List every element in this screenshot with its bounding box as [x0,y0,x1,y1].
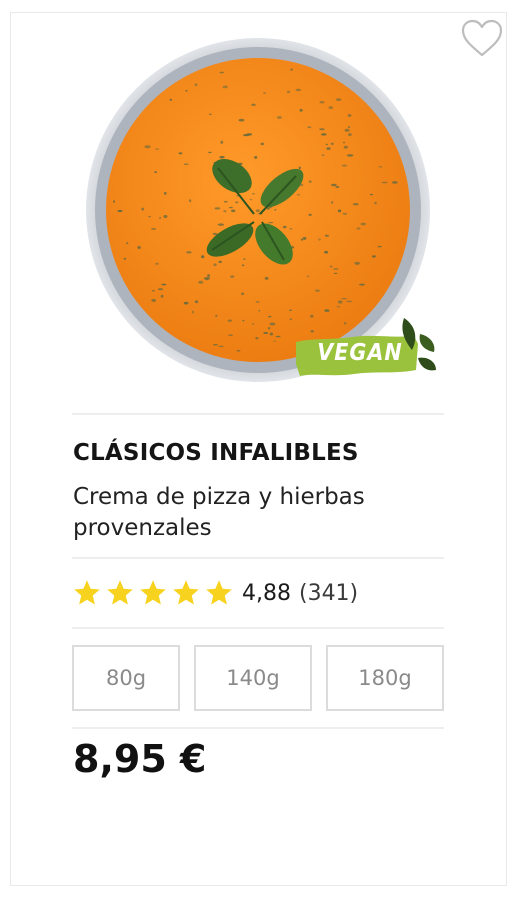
star-icon [140,580,166,605]
divider [72,413,444,415]
vegan-label: VEGAN [317,340,403,366]
star-icon [107,580,133,605]
product-name[interactable]: Crema de pizza y hierbas provenzales [73,482,433,544]
size-label: 180g [358,666,412,690]
star-icon [206,580,232,605]
price: 8,95 € [73,737,207,781]
star-icon [173,580,199,605]
size-option-140g[interactable]: 140g [194,645,312,711]
star-icon [74,580,100,605]
divider [72,727,444,729]
star-rating [72,578,237,608]
rating-value: 4,88 [242,580,291,606]
product-category: CLÁSICOS INFALIBLES [73,440,359,466]
heart-icon[interactable] [460,18,504,58]
size-option-80g[interactable]: 80g [72,645,180,711]
size-option-180g[interactable]: 180g [326,645,444,711]
size-label: 140g [226,666,280,690]
rating[interactable]: 4,88 (341) [72,576,358,610]
divider [72,627,444,629]
rating-count: (341) [298,580,359,606]
divider [72,557,444,559]
size-label: 80g [105,666,147,690]
vegan-badge: VEGAN [292,316,438,388]
